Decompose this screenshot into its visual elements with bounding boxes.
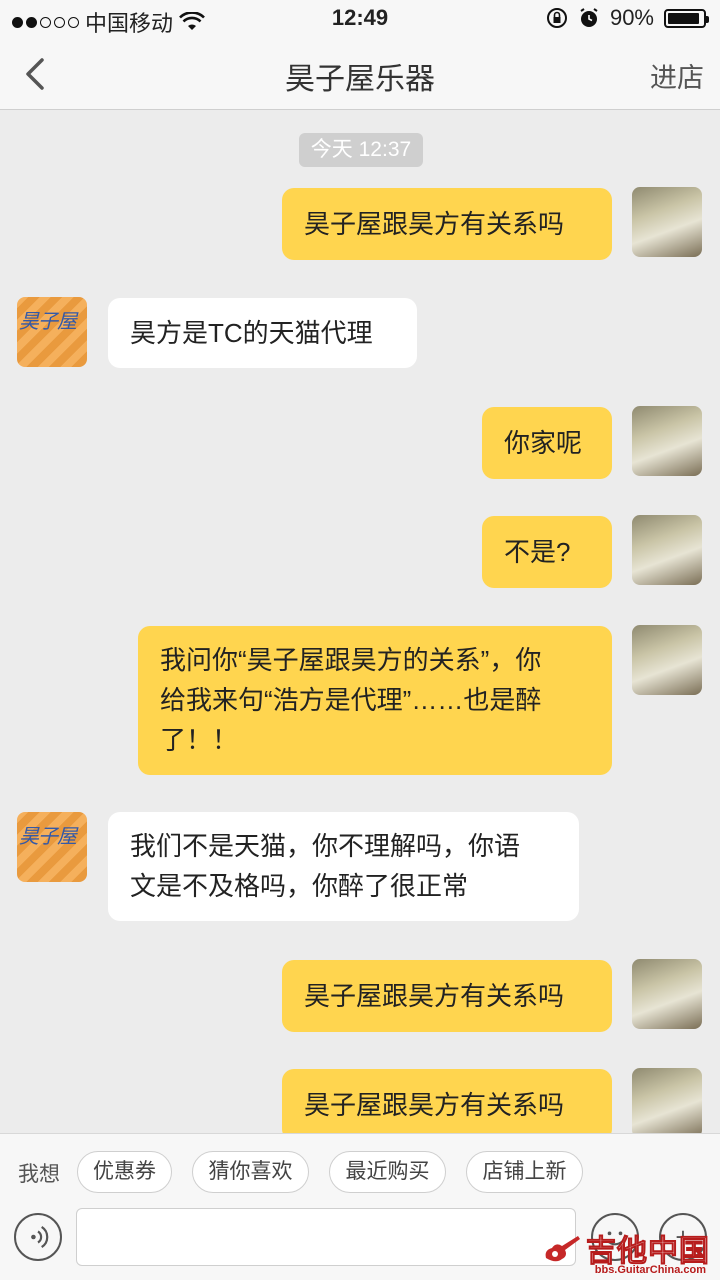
guitar-logo-icon [545,1236,580,1262]
voice-input-icon[interactable] [14,1213,62,1261]
status-bar: 中国移动 12:49 90% [0,0,720,38]
chat-bubble-sent[interactable]: 不是? [482,516,612,588]
user-avatar[interactable] [632,187,702,257]
watermark-url: bbs.GuitarChina.com [594,1264,706,1276]
user-avatar[interactable] [632,515,702,585]
chip-recent-purchases[interactable]: 最近购买 [329,1151,446,1193]
user-avatar[interactable] [632,959,702,1029]
alarm-icon [580,8,598,27]
watermark: 吉他中国 bbs.GuitarChina.com [542,1226,710,1276]
shop-avatar[interactable]: 昊子屋 [17,812,87,882]
chat-bubble-received[interactable]: 昊方是TC的天猫代理 [108,298,417,368]
shop-avatar[interactable]: 昊子屋 [17,297,87,367]
chat-bubble-sent[interactable]: 我问你“昊子屋跟昊方的关系”，你 给我来句“浩方是代理”……也是醉 了！！ [138,626,612,775]
chat-bubble-sent[interactable]: 昊子屋跟昊方有关系吗 [282,188,612,260]
chip-new-arrivals[interactable]: 店铺上新 [466,1151,583,1193]
chat-bubble-received[interactable]: 我们不是天猫，你不理解吗，你语 文是不及格吗，你醉了很正常 [108,812,579,921]
battery-percentage: 90% [609,5,654,30]
quick-reply-label: 我想 [18,1163,60,1186]
message-timestamp: 今天 12:37 [299,133,423,167]
chat-bubble-sent[interactable]: 昊子屋跟昊方有关系吗 [282,1069,612,1133]
page-title: 昊子屋乐器 [285,63,435,96]
rotation-lock-icon [546,8,567,28]
message-input[interactable] [76,1208,576,1266]
battery-icon [664,8,709,28]
user-avatar[interactable] [632,406,702,476]
user-avatar[interactable] [632,1068,702,1133]
chip-recommendations[interactable]: 猜你喜欢 [192,1151,309,1193]
chat-bubble-sent[interactable]: 你家呢 [482,407,612,479]
input-panel: 我想 优惠券 猜你喜欢 最近购买 店铺上新 + 吉他中国 bbs.GuitarC… [0,1133,720,1280]
nav-bar: 昊子屋乐器 进店 [0,38,720,110]
enter-store-button[interactable]: 进店 [650,56,704,95]
chip-coupon[interactable]: 优惠券 [77,1151,172,1193]
chat-bubble-sent[interactable]: 昊子屋跟昊方有关系吗 [282,960,612,1032]
chat-area[interactable]: 今天 12:37 昊子屋跟昊方有关系吗 昊子屋 昊方是TC的天猫代理 你家呢 不… [0,111,720,1133]
user-avatar[interactable] [632,625,702,695]
